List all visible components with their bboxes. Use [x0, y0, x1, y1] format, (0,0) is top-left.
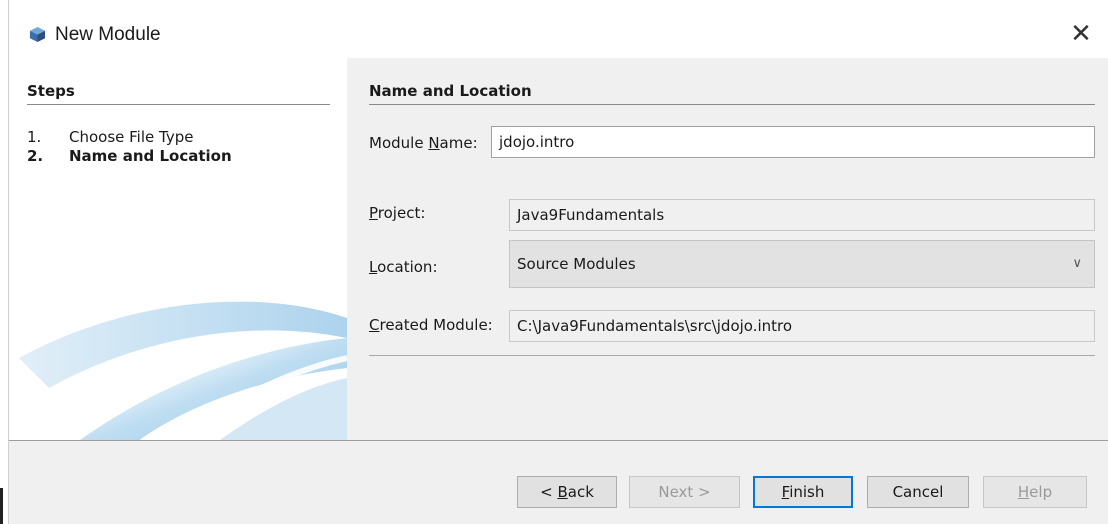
wizard-decoration-graphic: [19, 301, 347, 440]
steps-divider: [27, 104, 330, 105]
location-label: Location:: [369, 258, 438, 276]
step-label: Choose File Type: [69, 128, 194, 146]
project-label: Project:: [369, 204, 426, 222]
step-number: 1.: [27, 128, 42, 146]
window-edge-artifact: [0, 488, 3, 524]
name-location-panel: Name and Location Module Name: jdojo.int…: [347, 58, 1108, 440]
step-item-choose-file-type: 1. Choose File Type: [27, 128, 232, 147]
section-divider: [369, 104, 1095, 105]
new-module-dialog: New Module ✕ Steps 1. Choose File Type 2.…: [8, 0, 1108, 524]
close-icon[interactable]: ✕: [1067, 20, 1095, 48]
project-field: Java9Fundamentals: [509, 199, 1095, 231]
steps-heading: Steps: [27, 82, 75, 100]
location-selected-value: Source Modules: [517, 255, 636, 273]
form-bottom-divider: [369, 355, 1095, 356]
title-bar: New Module ✕: [9, 0, 1108, 58]
created-module-field: C:\Java9Fundamentals\src\jdojo.intro: [509, 310, 1095, 342]
cancel-button[interactable]: Cancel: [867, 476, 969, 508]
step-label: Name and Location: [69, 147, 232, 165]
section-title: Name and Location: [369, 82, 532, 100]
module-name-input[interactable]: jdojo.intro: [491, 126, 1095, 158]
module-name-label: Module Name:: [369, 134, 478, 152]
steps-list: 1. Choose File Type 2. Name and Location: [27, 128, 232, 166]
window-title: New Module: [55, 24, 161, 45]
next-button[interactable]: Next >: [629, 476, 740, 508]
step-number: 2.: [27, 147, 44, 165]
chevron-down-icon: ∨: [1072, 256, 1082, 271]
step-item-name-and-location: 2. Name and Location: [27, 147, 232, 166]
steps-panel: Steps 1. Choose File Type 2. Name and Loca…: [9, 58, 347, 440]
help-button[interactable]: Help: [983, 476, 1087, 508]
button-bar-separator: [9, 440, 1108, 441]
finish-button[interactable]: Finish: [753, 476, 853, 508]
back-button[interactable]: < Back: [517, 476, 617, 508]
module-cube-icon: [29, 26, 46, 43]
location-dropdown[interactable]: Source Modules ∨: [509, 240, 1095, 288]
created-module-label: Created Module:: [369, 316, 493, 334]
